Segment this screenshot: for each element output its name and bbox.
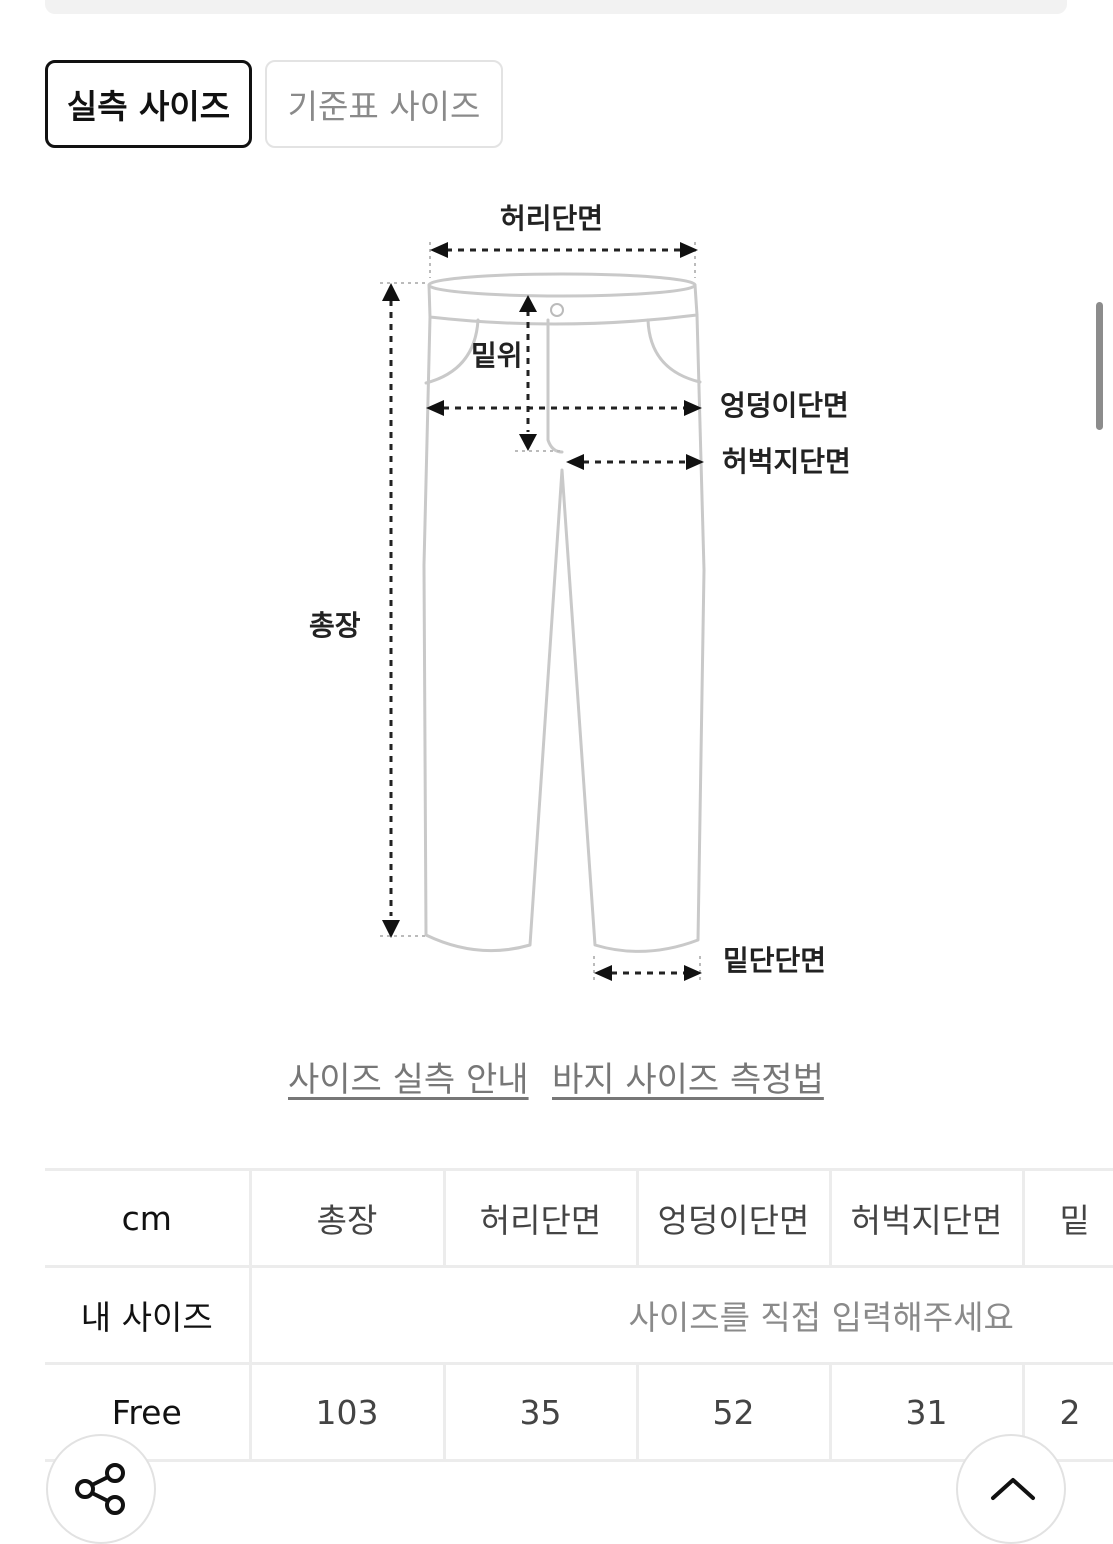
my-size-input[interactable]: 사이즈를 직접 입력해주세요: [248, 1265, 1113, 1365]
my-size-label: 내 사이즈: [45, 1265, 250, 1365]
label-hem: 밑단단면: [723, 944, 827, 977]
tab-standard-size[interactable]: 기준표 사이즈: [265, 60, 503, 148]
table-row: Free 103 35 52 31 2: [45, 1362, 1113, 1462]
table-header-row: cm 총장 허리단면 엉덩이단면 허벅지단면 밑: [45, 1168, 1113, 1268]
label-length: 총장: [309, 609, 361, 642]
label-rise: 밑위: [471, 339, 523, 372]
table-header-cell: 허벅지단면: [828, 1168, 1023, 1268]
pants-illustration: [380, 242, 706, 982]
measure-method-link[interactable]: 바지 사이즈 측정법: [552, 1052, 824, 1101]
table-header-cell: cm: [45, 1168, 250, 1268]
tab-actual-size[interactable]: 실측 사이즈: [45, 60, 252, 148]
label-thigh: 허벅지단면: [722, 445, 851, 478]
my-size-row: 내 사이즈 사이즈를 직접 입력해주세요: [45, 1265, 1113, 1365]
table-cell: 103: [248, 1362, 444, 1462]
size-guide-link[interactable]: 사이즈 실측 안내: [288, 1052, 529, 1101]
table-header-cell: 엉덩이단면: [635, 1168, 830, 1268]
label-hip: 엉덩이단면: [720, 389, 849, 422]
scroll-top-button[interactable]: [956, 1434, 1066, 1544]
table-cell: 52: [635, 1362, 830, 1462]
share-button[interactable]: [46, 1434, 156, 1544]
table-header-cell: 밑: [1021, 1168, 1113, 1268]
chevron-up-icon: [991, 1478, 1035, 1500]
top-card-edge: [45, 0, 1067, 14]
table-cell: 35: [442, 1362, 637, 1462]
table-header-cell: 허리단면: [442, 1168, 637, 1268]
size-table: cm 총장 허리단면 엉덩이단면 허벅지단면 밑 내 사이즈 사이즈를 직접 입…: [45, 1168, 1113, 1463]
scrollbar[interactable]: [1096, 302, 1103, 430]
table-header-cell: 총장: [248, 1168, 444, 1268]
pants-measurement-diagram: 허리단면 밑위 엉덩이단면 허벅지단면 총장 밑단단면: [0, 170, 1113, 1020]
share-icon: [75, 1463, 125, 1515]
label-waist: 허리단면: [500, 202, 604, 235]
